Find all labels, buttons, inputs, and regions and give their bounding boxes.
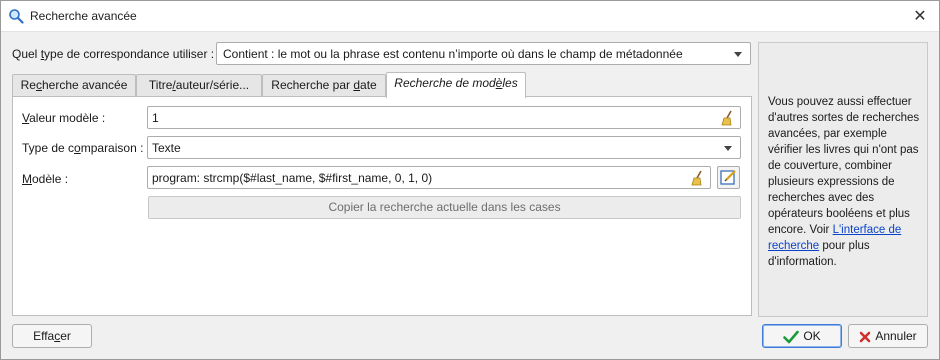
template-label: Modèle :: [22, 172, 69, 186]
comparison-type-select[interactable]: Texte: [147, 136, 741, 159]
title-bar: Recherche avancée ✕: [0, 0, 940, 32]
tab-title-author-series[interactable]: Titre/auteur/série...: [136, 74, 262, 97]
tab-template-search[interactable]: Recherche de modèles: [386, 72, 526, 98]
tab-date-search[interactable]: Recherche par date: [262, 74, 386, 97]
search-icon: [9, 9, 24, 24]
template-value-label: Valeur modèle :: [22, 111, 106, 125]
match-type-select[interactable]: Contient : le mot ou la phrase est conte…: [216, 42, 751, 65]
tab-advanced-search[interactable]: Recherche avancée: [12, 74, 136, 97]
match-type-label: Quel type de correspondance utiliser :: [12, 47, 215, 61]
cancel-x-icon: [860, 331, 871, 343]
help-panel: Vous pouvez aussi effectuer d'autres sor…: [758, 42, 928, 317]
chevron-down-icon: [724, 146, 732, 151]
ok-button[interactable]: OK: [762, 324, 842, 348]
chevron-down-icon: [734, 52, 742, 57]
help-text: Vous pouvez aussi effectuer d'autres sor…: [768, 96, 920, 268]
clear-broom-icon[interactable]: [689, 170, 705, 186]
window-title: Recherche avancée: [30, 9, 137, 23]
close-button[interactable]: ✕: [908, 4, 932, 28]
clear-broom-icon[interactable]: [719, 110, 735, 126]
checkmark-icon: [783, 330, 800, 344]
template-value-input[interactable]: 1: [147, 106, 741, 129]
comparison-type-label: Type de comparaison :: [22, 141, 144, 155]
clear-button[interactable]: Effacer: [12, 324, 92, 348]
cancel-button[interactable]: Annuler: [848, 324, 928, 348]
template-input[interactable]: program: strcmp($#last_name, $#first_nam…: [147, 166, 711, 189]
copy-current-search-button[interactable]: Copier la recherche actuelle dans les ca…: [148, 196, 741, 219]
close-icon: ✕: [913, 8, 927, 25]
match-type-value: Contient : le mot ou la phrase est conte…: [223, 47, 683, 61]
edit-template-button[interactable]: [717, 166, 740, 189]
edit-icon: [720, 170, 736, 185]
